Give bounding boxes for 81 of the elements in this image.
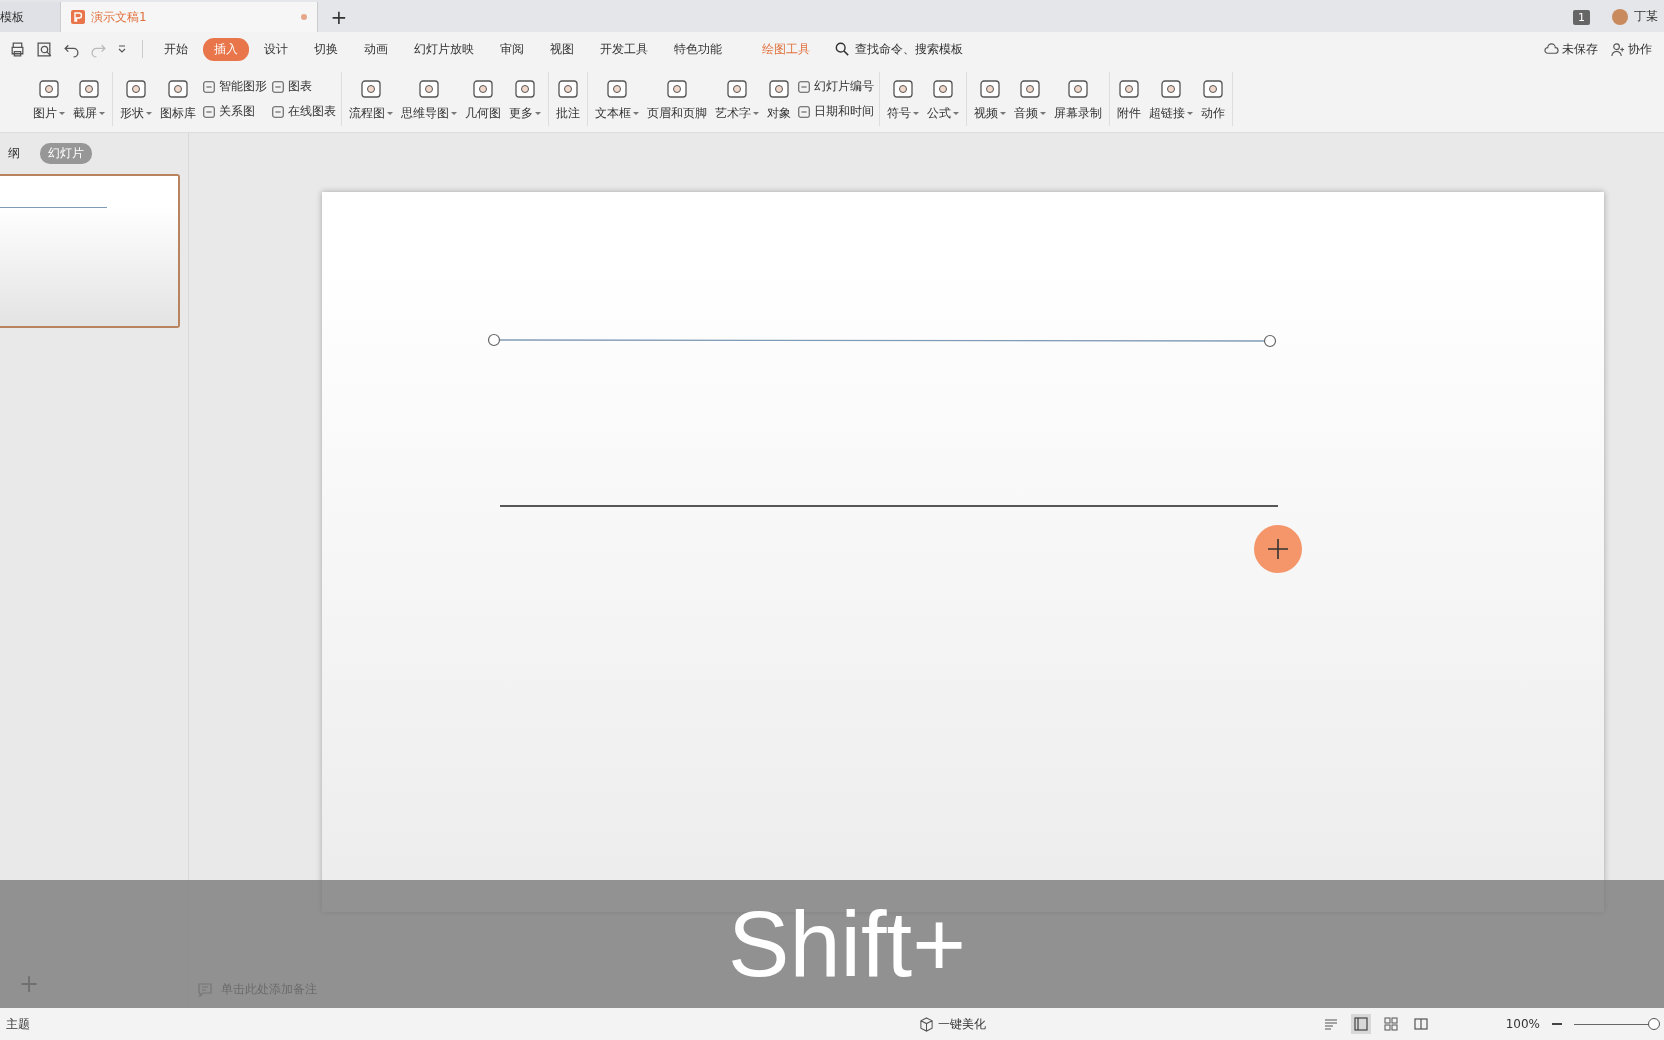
tool-icon: [271, 79, 285, 94]
caret-icon: [1187, 111, 1193, 115]
beautify-button[interactable]: 一键美化: [919, 1015, 987, 1033]
caret-icon: [913, 111, 919, 115]
window-count[interactable]: 1: [1573, 10, 1590, 25]
menu-tab[interactable]: 设计: [253, 37, 299, 61]
slide-thumbnail[interactable]: [0, 174, 180, 328]
cube-icon: [919, 1016, 935, 1032]
caret-icon: [953, 111, 959, 115]
ribbon-button[interactable]: 几何图: [463, 73, 503, 125]
menu-tab[interactable]: 切换: [303, 37, 349, 61]
search-icon: [835, 42, 849, 56]
caption-text: Shift+: [728, 891, 966, 997]
menu-tab[interactable]: 幻灯片放映: [403, 37, 485, 61]
tool-icon: [271, 104, 285, 119]
ribbon-button[interactable]: 截屏: [71, 73, 107, 125]
zoom-level[interactable]: 100%: [1505, 1017, 1540, 1031]
menu-tab[interactable]: 审阅: [489, 37, 535, 61]
crosshair-cursor-icon: [1254, 525, 1302, 573]
menu-tab[interactable]: 特色功能: [663, 37, 733, 61]
caret-icon: [633, 111, 639, 115]
tool-icon: [202, 104, 216, 119]
ribbon-button[interactable]: 思维导图: [399, 73, 459, 125]
menu-tab[interactable]: 开发工具: [589, 37, 659, 61]
caret-icon: [387, 111, 393, 115]
ribbon-button[interactable]: 幻灯片编号: [797, 78, 874, 95]
cloud-icon: [1544, 41, 1559, 57]
ribbon-button[interactable]: 艺术字: [713, 73, 761, 125]
ribbon-button[interactable]: 视频: [972, 73, 1008, 125]
collaborate-button[interactable]: 协作: [1610, 40, 1652, 58]
ribbon-button[interactable]: 关系图: [202, 103, 267, 120]
caret-icon: [753, 111, 759, 115]
ribbon-button[interactable]: 形状: [118, 73, 154, 125]
print-icon[interactable]: [9, 40, 26, 58]
ribbon-button[interactable]: 音频: [1012, 73, 1048, 125]
ribbon-button[interactable]: 超链接: [1147, 73, 1195, 125]
ribbon-button[interactable]: 符号: [885, 73, 921, 125]
caret-icon: [59, 111, 65, 115]
ribbon-button[interactable]: 页眉和页脚: [645, 73, 709, 125]
selected-line[interactable]: [487, 333, 1277, 348]
ribbon-button[interactable]: 文本框: [593, 73, 641, 125]
ribbon-button[interactable]: 对象: [765, 73, 793, 125]
ribbon-button[interactable]: 批注: [554, 73, 582, 125]
ribbon-button[interactable]: 图表: [271, 78, 336, 95]
ribbon-button[interactable]: 日期和时间: [797, 103, 874, 120]
caret-icon: [451, 111, 457, 115]
ribbon-button[interactable]: 智能图形: [202, 78, 267, 95]
tool-icon: [797, 104, 811, 119]
ribbon-button[interactable]: 图片: [31, 73, 67, 125]
ribbon-button[interactable]: 动作: [1199, 73, 1227, 125]
ribbon-button[interactable]: 更多: [507, 73, 543, 125]
avatar-icon[interactable]: [1612, 9, 1628, 25]
menu-tab[interactable]: 视图: [539, 37, 585, 61]
presentation-icon: [71, 10, 85, 24]
ribbon-button[interactable]: 公式: [925, 73, 961, 125]
save-status-button[interactable]: 未保存: [1544, 40, 1598, 58]
ribbon-button[interactable]: 在线图表: [271, 103, 336, 120]
menu-tab[interactable]: 动画: [353, 37, 399, 61]
tool-icon: [797, 79, 811, 94]
document-tab[interactable]: 模板: [0, 2, 60, 32]
caret-icon: [146, 111, 152, 115]
search-field[interactable]: 查找命令、搜索模板: [835, 41, 997, 57]
ribbon-button[interactable]: 附件: [1115, 73, 1143, 125]
caret-icon: [535, 111, 541, 115]
user-name[interactable]: 丁某: [1634, 8, 1664, 25]
caret-icon: [1040, 111, 1046, 115]
new-tab-button[interactable]: +: [324, 2, 354, 32]
menu-tab[interactable]: 开始: [153, 37, 199, 61]
tool-icon: [202, 79, 216, 94]
normal-view-icon[interactable]: [1350, 1014, 1371, 1034]
ribbon-button[interactable]: 屏幕录制: [1052, 73, 1104, 125]
panel-tab[interactable]: 纲: [0, 143, 28, 164]
zoom-slider[interactable]: [1648, 1017, 1660, 1030]
ribbon-button[interactable]: 流程图: [347, 73, 395, 125]
preview-icon[interactable]: [36, 40, 53, 58]
customize-icon[interactable]: [117, 44, 127, 54]
caret-icon: [1000, 111, 1006, 115]
person-icon: [1610, 41, 1625, 57]
ribbon-button[interactable]: 图标库: [158, 73, 198, 125]
caret-icon: [99, 111, 105, 115]
theme-label[interactable]: 主题: [6, 1015, 30, 1033]
